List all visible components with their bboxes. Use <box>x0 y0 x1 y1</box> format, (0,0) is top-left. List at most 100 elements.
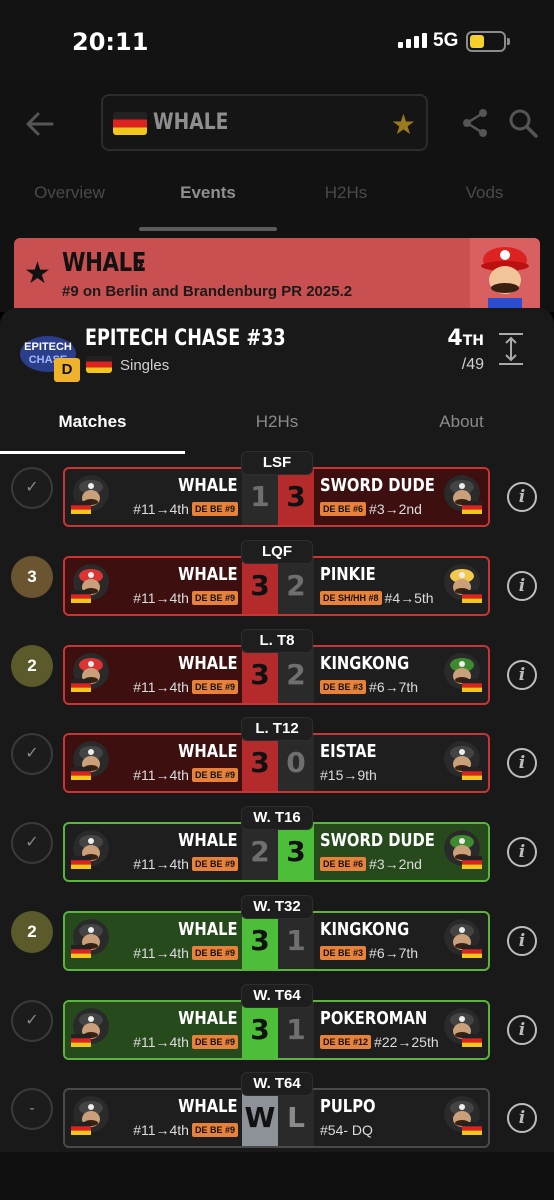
player-meta: #11→4th DE BE #9 <box>133 501 238 517</box>
pr-badge: DE BE #6 <box>320 857 367 871</box>
info-icon[interactable]: i <box>507 837 537 867</box>
match-row[interactable]: 2 W. T32 WHALE #11→4th DE BE #9 3 1 KINGKONG DE … <box>0 895 554 986</box>
player-right: EISTAE #15→9th <box>314 735 488 791</box>
event-type: Singles <box>120 357 170 374</box>
status-count[interactable]: 2 <box>11 645 53 687</box>
pr-badge: DE BE #3 <box>320 946 367 960</box>
check-icon[interactable]: ✓ <box>11 467 53 509</box>
tab-vods[interactable]: Vods <box>415 183 554 203</box>
player-name: POKEROMAN <box>320 1008 428 1029</box>
player-left: WHALE #11→4th DE BE #9 <box>65 1002 242 1058</box>
match-card[interactable]: WHALE #11→4th DE BE #9 3 0 EISTAE #15→9th <box>63 733 490 793</box>
star-icon: ★ <box>24 257 51 290</box>
match-card[interactable]: WHALE #11→4th DE BE #9 3 1 POKEROMAN DE BE #12… <box>63 1000 490 1060</box>
player-name: WHALE <box>178 741 238 762</box>
match-row[interactable]: ✓ W. T16 WHALE #11→4th DE BE #9 2 3 SWORD DUDE D… <box>0 806 554 897</box>
score-left: 3 <box>242 1002 278 1058</box>
tab-h2hs[interactable]: H2Hs <box>277 183 415 203</box>
check-icon[interactable]: ✓ <box>11 822 53 864</box>
check-icon[interactable]: ✓ <box>11 733 53 775</box>
seed-placement: #11→4th <box>133 679 189 695</box>
match-card[interactable]: WHALE #11→4th DE BE #9 3 2 PINKIE DE SH/HH #8 #… <box>63 556 490 616</box>
match-row[interactable]: 3 LQF WHALE #11→4th DE BE #9 3 2 PINKIE DE SH/HH… <box>0 540 554 631</box>
score-left: 3 <box>242 558 278 614</box>
match-card[interactable]: WHALE #11→4th DE BE #9 3 2 KINGKONG DE BE #3 #6… <box>63 645 490 705</box>
player-meta: DE SH/HH #8 #4→5th <box>320 590 434 606</box>
player-name: WHALE <box>178 1096 238 1117</box>
tab-h2hs[interactable]: H2Hs <box>185 412 369 432</box>
back-arrow-icon[interactable] <box>22 106 58 142</box>
germany-flag-icon <box>71 945 91 958</box>
germany-flag-icon <box>462 856 482 869</box>
chevron-right-icon: › <box>136 250 144 277</box>
info-icon[interactable]: i <box>507 748 537 778</box>
match-row[interactable]: ✓ LSF WHALE #11→4th DE BE #9 1 3 SWORD DUDE DE B… <box>0 451 554 542</box>
tab-underline <box>139 227 277 231</box>
match-row[interactable]: - W. T64 WHALE #11→4th DE BE #9 W L PULPO #54- D… <box>0 1072 554 1163</box>
score-right: 3 <box>278 824 314 880</box>
info-icon[interactable]: i <box>507 660 537 690</box>
info-icon[interactable]: i <box>507 1103 537 1133</box>
player-left: WHALE #11→4th DE BE #9 <box>65 735 242 791</box>
germany-flag-icon <box>462 767 482 780</box>
match-card[interactable]: WHALE #11→4th DE BE #9 3 1 KINGKONG DE BE #3 #6… <box>63 911 490 971</box>
player-search-box[interactable]: WHALE ★ <box>101 94 428 151</box>
info-icon[interactable]: i <box>507 571 537 601</box>
player-meta: #11→4th DE BE #9 <box>133 1122 238 1138</box>
pr-badge: DE BE #9 <box>191 768 238 782</box>
germany-flag-icon <box>71 590 91 603</box>
player-name: PULPO <box>320 1096 376 1117</box>
player-page-header: WHALE ★ Overview Events H2Hs Vods ★ WHAL… <box>0 80 554 312</box>
player-meta: #54- DQ <box>320 1122 373 1138</box>
tab-overview[interactable]: Overview <box>0 183 139 203</box>
player-name: SWORD DUDE <box>320 475 435 496</box>
player-left: WHALE #11→4th DE BE #9 <box>65 913 242 969</box>
info-icon[interactable]: i <box>507 926 537 956</box>
info-icon[interactable]: i <box>507 1015 537 1045</box>
player-meta: #11→4th DE BE #9 <box>133 679 238 695</box>
germany-flag-icon <box>71 1122 91 1135</box>
pr-badge: DE BE #9 <box>191 591 238 605</box>
status-count[interactable]: 2 <box>11 911 53 953</box>
germany-flag-icon <box>462 501 482 514</box>
info-icon[interactable]: i <box>507 482 537 512</box>
player-left: WHALE #11→4th DE BE #9 <box>65 824 242 880</box>
match-card[interactable]: WHALE #11→4th DE BE #9 1 3 SWORD DUDE DE BE #6… <box>63 467 490 527</box>
match-card[interactable]: WHALE #11→4th DE BE #9 2 3 SWORD DUDE DE BE #6… <box>63 822 490 882</box>
player-meta: #15→9th <box>320 767 377 783</box>
bottom-bar <box>0 1152 554 1200</box>
player-right: SWORD DUDE DE BE #6 #3→2nd <box>314 469 488 525</box>
search-icon[interactable] <box>506 106 540 140</box>
seed-placement: #11→4th <box>133 856 189 872</box>
mario-avatar-icon <box>470 238 540 308</box>
player-banner[interactable]: ★ WHALE › #9 on Berlin and Brandenburg P… <box>14 238 540 308</box>
tab-matches[interactable]: Matches <box>0 412 185 432</box>
player-name: WHALE <box>178 830 238 851</box>
match-row[interactable]: ✓ L. T12 WHALE #11→4th DE BE #9 3 0 EISTAE #15→9… <box>0 717 554 808</box>
tab-about[interactable]: About <box>369 412 554 432</box>
seed-placement: #11→4th <box>133 590 189 606</box>
player-name: KINGKONG <box>320 653 410 674</box>
status-dash[interactable]: - <box>11 1088 53 1130</box>
player-right: SWORD DUDE DE BE #6 #3→2nd <box>314 824 488 880</box>
status-count[interactable]: 3 <box>11 556 53 598</box>
share-icon[interactable] <box>458 106 492 140</box>
pr-badge: DE SH/HH #8 <box>320 591 382 605</box>
seed-placement: #11→4th <box>133 1122 189 1138</box>
check-icon[interactable]: ✓ <box>11 1000 53 1042</box>
score-right: L <box>278 1090 314 1146</box>
germany-flag-icon <box>71 1034 91 1047</box>
player-left: WHALE #11→4th DE BE #9 <box>65 558 242 614</box>
match-row[interactable]: 2 L. T8 WHALE #11→4th DE BE #9 3 2 KINGKONG DE B… <box>0 629 554 720</box>
expand-icon[interactable] <box>498 332 524 366</box>
player-left: WHALE #11→4th DE BE #9 <box>65 1090 242 1146</box>
match-card[interactable]: WHALE #11→4th DE BE #9 W L PULPO #54- DQ <box>63 1088 490 1148</box>
score-right: 0 <box>278 735 314 791</box>
score-left: W <box>242 1090 278 1146</box>
player-name: WHALE <box>178 475 238 496</box>
favorite-star-icon[interactable]: ★ <box>391 108 416 141</box>
match-row[interactable]: ✓ W. T64 WHALE #11→4th DE BE #9 3 1 POKEROMAN DE… <box>0 984 554 1075</box>
battery-tip <box>507 38 510 45</box>
tab-events[interactable]: Events <box>139 183 277 203</box>
pr-badge: DE BE #9 <box>191 1035 238 1049</box>
